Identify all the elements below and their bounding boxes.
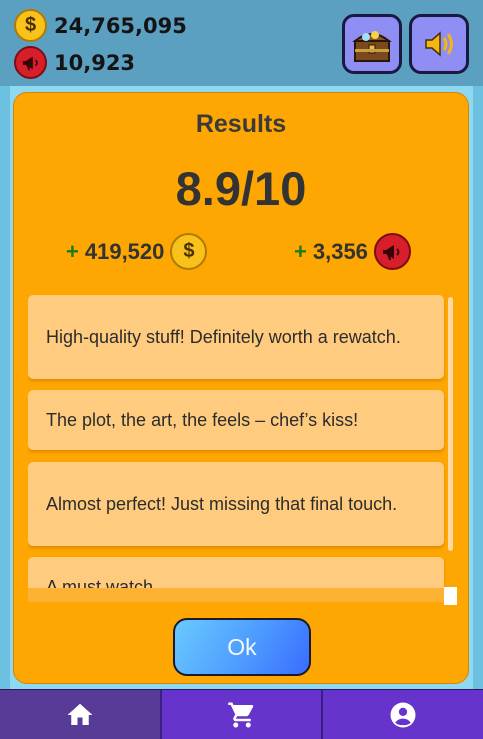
sound-toggle-button[interactable] (409, 14, 469, 74)
review-list[interactable]: High-quality stuff! Definitely worth a r… (28, 295, 446, 601)
right-edge (473, 86, 483, 689)
speaker-icon (425, 31, 453, 57)
cart-icon (227, 702, 253, 727)
ticket-balance: 10,923 (14, 46, 135, 79)
left-edge (0, 86, 10, 689)
review-text: The plot, the art, the feels – chef’s ki… (46, 410, 359, 430)
review-card: High-quality stuff! Definitely worth a r… (28, 295, 444, 379)
review-text: Almost perfect! Just missing that final … (46, 494, 398, 514)
tickets-reward-plus: + (294, 238, 307, 264)
nav-account[interactable] (323, 690, 483, 739)
nav-shop[interactable] (161, 690, 324, 739)
coins-reward: + 419,520 $ (66, 233, 208, 270)
top-bar: $ 24,765,095 10,923 (0, 0, 483, 86)
score: 8.9/10 (175, 162, 307, 215)
scrollbar-thumb[interactable] (444, 587, 457, 605)
bottom-nav (0, 689, 483, 739)
megaphone-icon (14, 46, 47, 79)
results-title: Results (195, 110, 287, 138)
coin-icon: $ (14, 9, 47, 42)
ticket-balance-value: 10,923 (54, 50, 136, 75)
nav-home[interactable] (0, 690, 162, 739)
treasure-chest-button[interactable] (342, 14, 402, 74)
megaphone-icon (373, 233, 411, 270)
scrollbar-track[interactable] (448, 297, 453, 551)
coins-reward-plus: + (66, 238, 79, 264)
treasure-chest-icon (352, 31, 392, 62)
ok-button[interactable]: Ok (173, 618, 311, 676)
list-fade (28, 588, 446, 602)
home-icon (67, 703, 93, 725)
coins-reward-value: 419,520 (84, 238, 165, 264)
tickets-reward-value: 3,356 (312, 238, 368, 264)
tickets-reward: + 3,356 (294, 233, 411, 270)
coin-balance-value: 24,765,095 (54, 13, 187, 38)
review-text: High-quality stuff! Definitely worth a r… (46, 327, 401, 347)
coin-icon: $ (170, 233, 208, 270)
account-icon (390, 702, 416, 727)
review-card: The plot, the art, the feels – chef’s ki… (28, 390, 444, 450)
review-card: Almost perfect! Just missing that final … (28, 462, 444, 546)
coin-balance: $ 24,765,095 (14, 9, 187, 42)
results-panel: Results 8.9/10 + 419,520 $ + 3,356 High-… (13, 92, 469, 684)
